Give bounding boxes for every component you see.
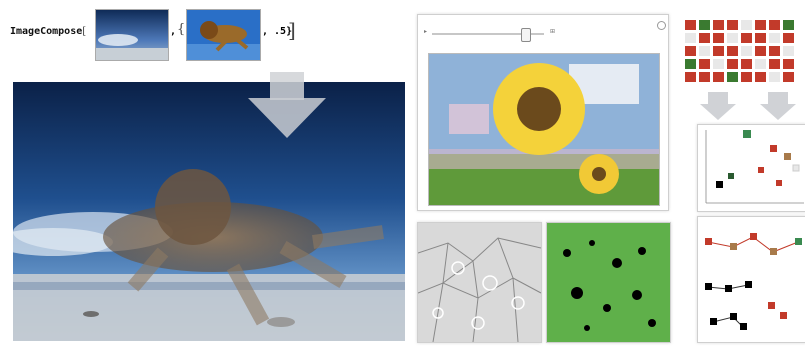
sunflower-image — [428, 53, 660, 206]
green-spots-panel — [546, 222, 671, 343]
comma: , — [170, 26, 177, 37]
opacity-slider-thumb[interactable] — [521, 28, 531, 42]
landscape-thumbnail-graphic — [96, 10, 168, 60]
thumbnail-landscape[interactable] — [95, 9, 169, 61]
pixelated-graphic — [683, 18, 805, 88]
down-arrow-icon — [248, 72, 326, 138]
down-arrows-pair-icon — [700, 92, 796, 120]
sunflower-graphic — [429, 54, 659, 205]
lion-thumbnail-graphic — [187, 10, 260, 60]
tile-scatter-graphic — [705, 130, 804, 204]
composed-image — [13, 82, 405, 341]
slider-handle-marker: ▸ — [424, 28, 428, 35]
brace-open: { — [177, 22, 186, 37]
image-compose-expression: ImageCompose[ — [10, 26, 86, 37]
voronoi-panel — [417, 222, 542, 343]
tile-scatter-panel — [697, 124, 805, 212]
slider-plus-marker[interactable]: ⊞ — [550, 28, 555, 35]
voronoi-graphic — [417, 223, 542, 343]
composed-image-graphic — [13, 82, 405, 341]
green-spots-graphic — [547, 223, 670, 342]
thumbnail-lion[interactable] — [186, 9, 261, 61]
pixelated-image — [683, 18, 805, 88]
close-bracket: ] — [288, 18, 296, 42]
tile-graph-graphic — [705, 233, 802, 330]
manipulate-panel: ▸ ⊞ — [417, 14, 669, 211]
close-icon[interactable] — [657, 21, 666, 30]
tile-graph-panel — [697, 216, 805, 343]
function-name: ImageCompose — [10, 26, 83, 37]
open-bracket: [ — [82, 26, 87, 37]
